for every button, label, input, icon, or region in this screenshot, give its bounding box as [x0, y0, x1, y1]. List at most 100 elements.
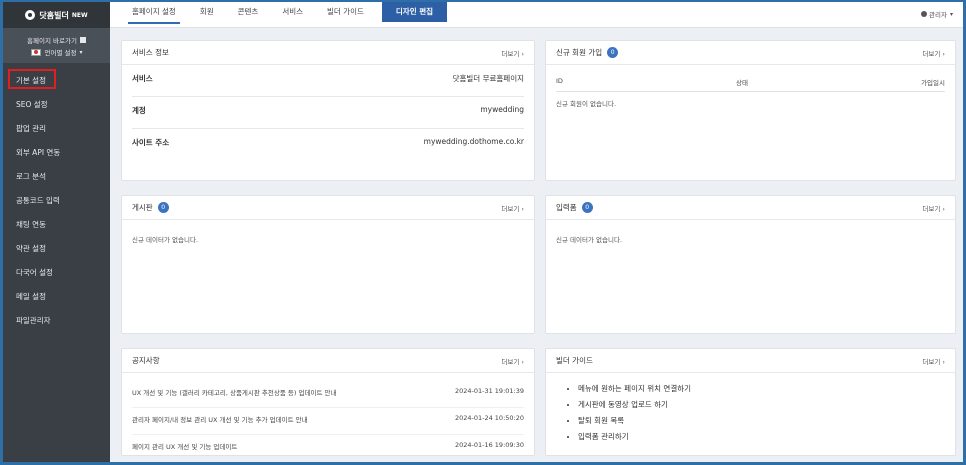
count-badge: 0	[607, 47, 619, 58]
column-joined-at: 가입일시	[921, 79, 945, 87]
more-link[interactable]: 더보기 ›	[501, 203, 524, 213]
sidebar-item-label: 파일관리자	[16, 316, 51, 325]
builder-guide-panel: 빌더 가이드 더보기 › 메뉴에 원하는 페이지 위치 연결하기 게시판에 동영…	[545, 348, 956, 456]
guide-link[interactable]: 입력폼 관리하기	[578, 429, 945, 445]
sidebar: 닷홈빌더 NEW 홈페이지 바로가기 언어별 설정 ▾ 기본 설정 SEO 설정…	[3, 2, 110, 462]
sidebar-item-label: 채팅 연동	[16, 220, 46, 229]
more-link[interactable]: 더보기 ›	[501, 356, 524, 366]
more-label: 더보기	[922, 204, 941, 213]
account-row: 계정 mywedding	[132, 97, 524, 129]
guide-link[interactable]: 메뉴에 원하는 페이지 위치 연결하기	[578, 381, 945, 397]
more-link[interactable]: 더보기 ›	[501, 48, 524, 58]
sidebar-item-log-analysis[interactable]: 로그 분석	[3, 165, 110, 189]
notice-title: 페이지 관리 UX 개선 및 기능 업데이트	[132, 443, 238, 451]
input-form-panel: 입력폼 0 더보기 › 신규 데이터가 없습니다.	[545, 195, 956, 334]
panel-header: 서비스 정보 더보기 ›	[122, 41, 534, 65]
notice-date: 2024-01-24 10:50:20	[454, 414, 524, 422]
caret-down-icon: ▾	[949, 10, 953, 18]
column-id: ID	[556, 77, 563, 85]
panel-title: 게시판 0	[132, 202, 169, 213]
chevron-right-icon: ›	[521, 204, 524, 213]
more-label: 더보기	[501, 204, 520, 213]
homepage-shortcut-label: 홈페이지 바로가기	[27, 37, 77, 45]
guide-list: 메뉴에 원하는 페이지 위치 연결하기 게시판에 동영상 업로드 하기 탈퇴 회…	[556, 381, 945, 445]
more-link[interactable]: 더보기 ›	[922, 48, 945, 58]
sidebar-item-terms[interactable]: 약관 설정	[3, 237, 110, 261]
sidebar-item-label: 공통코드 입력	[16, 196, 60, 205]
list-item[interactable]: 관리자 페이지/내 정보 관리 UX 개선 및 기능 추가 업데이트 안내 202…	[132, 408, 524, 435]
user-menu[interactable]: 관리자 ▾	[921, 9, 953, 19]
service-info-body: 서비스 닷홈빌더 무료홈페이지 계정 mywedding 사이트 주소 myweddi…	[122, 65, 534, 168]
sidebar-item-label: 약관 설정	[16, 244, 46, 253]
more-link[interactable]: 더보기 ›	[922, 203, 945, 213]
design-edit-button[interactable]: 디자인 편집	[381, 2, 448, 22]
new-members-panel: 신규 회원 가입 0 더보기 › ID 상태 가입일시 신규 회원이 없습니다.	[545, 40, 956, 181]
user-icon	[921, 11, 928, 17]
panel-title-text: 게시판	[132, 203, 153, 212]
sidebar-item-label: 로그 분석	[16, 172, 46, 181]
empty-message: 신규 데이터가 없습니다.	[132, 236, 198, 244]
service-row: 서비스 닷홈빌더 무료홈페이지	[132, 65, 524, 97]
list-item[interactable]: UX 개선 및 기능 (갤러리 카테고리, 상품게시판 추천상품 등) 업데이트…	[132, 381, 524, 408]
sidebar-item-label: 메일 설정	[16, 292, 46, 301]
list-item[interactable]: 페이지 관리 UX 개선 및 기능 업데이트 2024-01-16 19:09:3…	[132, 435, 524, 461]
language-setting[interactable]: 언어별 설정 ▾	[3, 46, 110, 58]
row-value: mywedding.dothome.co.kr	[423, 137, 524, 146]
count-badge: 0	[581, 202, 593, 213]
tab-services[interactable]: 서비스	[270, 2, 315, 28]
guide-link[interactable]: 탈퇴 회원 목록	[578, 413, 945, 429]
sidebar-item-common-code[interactable]: 공통코드 입력	[3, 189, 110, 213]
site-address-row: 사이트 주소 mywedding.dothome.co.kr	[132, 129, 524, 160]
external-link-icon	[79, 37, 86, 43]
more-label: 더보기	[922, 49, 941, 58]
sidebar-item-multilanguage[interactable]: 다국어 설정	[3, 261, 110, 285]
sidebar-item-external-api[interactable]: 외부 API 연동	[3, 141, 110, 165]
sidebar-item-file-manager[interactable]: 파일관리자	[3, 309, 110, 333]
input-form-body: 신규 데이터가 없습니다.	[546, 220, 955, 258]
more-label: 더보기	[501, 357, 520, 366]
sidebar-item-label: 외부 API 연동	[16, 148, 61, 157]
more-label: 더보기	[501, 49, 520, 58]
board-body: 신규 데이터가 없습니다.	[122, 220, 534, 258]
sidebar-top: 홈페이지 바로가기 언어별 설정 ▾	[3, 28, 110, 63]
tab-builder-guide[interactable]: 빌더 가이드	[315, 2, 376, 28]
panel-title: 빌더 가이드	[556, 356, 593, 365]
panel-header: 공지사항 더보기 ›	[122, 349, 534, 373]
homepage-shortcut[interactable]: 홈페이지 바로가기	[3, 34, 110, 46]
tab-bar: 홈페이지 설정 회원 콘텐츠 서비스 빌더 가이드 디자인 편집	[110, 2, 963, 28]
notice-list: UX 개선 및 기능 (갤러리 카테고리, 상품게시판 추천상품 등) 업데이트…	[122, 373, 534, 462]
row-key: 계정	[132, 106, 146, 115]
sidebar-item-basic-settings[interactable]: 기본 설정	[3, 69, 110, 93]
notice-title: 관리자 페이지/내 정보 관리 UX 개선 및 기능 추가 업데이트 안내	[132, 416, 308, 424]
top-navigation: 홈페이지 설정 회원 콘텐츠 서비스 빌더 가이드 디자인 편집 관리자 ▾	[110, 2, 963, 28]
korea-flag-icon	[30, 48, 41, 56]
tab-homepage-settings[interactable]: 홈페이지 설정	[120, 2, 188, 28]
highlight-box	[8, 69, 56, 89]
sidebar-item-mail[interactable]: 메일 설정	[3, 285, 110, 309]
sidebar-item-seo[interactable]: SEO 설정	[3, 93, 110, 117]
logo-text: 닷홈빌더	[39, 10, 69, 20]
chevron-right-icon: ›	[942, 49, 945, 58]
table-header: ID 상태 가입일시	[556, 73, 945, 92]
chevron-right-icon: ›	[521, 357, 524, 366]
sidebar-item-label: 팝업 관리	[16, 124, 46, 133]
row-value: mywedding	[480, 105, 524, 114]
panel-title-text: 입력폼	[556, 203, 577, 212]
tab-contents[interactable]: 콘텐츠	[226, 2, 271, 28]
guide-link[interactable]: 게시판에 동영상 업로드 하기	[578, 397, 945, 413]
more-label: 더보기	[922, 357, 941, 366]
sidebar-menu: 기본 설정 SEO 설정 팝업 관리 외부 API 연동 로그 분석 공통코드 …	[3, 69, 110, 333]
notice-date: 2024-01-31 19:01:39	[454, 387, 524, 395]
logo[interactable]: 닷홈빌더 NEW	[3, 2, 110, 28]
panel-title: 입력폼 0	[556, 202, 593, 213]
panel-title: 공지사항	[132, 356, 160, 365]
tab-members[interactable]: 회원	[188, 2, 226, 28]
sidebar-item-popup[interactable]: 팝업 관리	[3, 117, 110, 141]
sidebar-item-chat[interactable]: 채팅 연동	[3, 213, 110, 237]
panel-header: 빌더 가이드 더보기 ›	[546, 349, 955, 373]
new-members-body: ID 상태 가입일시 신규 회원이 없습니다.	[546, 65, 955, 122]
row-key: 사이트 주소	[132, 138, 170, 147]
app-window: 닷홈빌더 NEW 홈페이지 바로가기 언어별 설정 ▾ 기본 설정 SEO 설정…	[3, 2, 963, 462]
empty-message: 신규 회원이 없습니다.	[556, 100, 617, 108]
more-link[interactable]: 더보기 ›	[922, 356, 945, 366]
